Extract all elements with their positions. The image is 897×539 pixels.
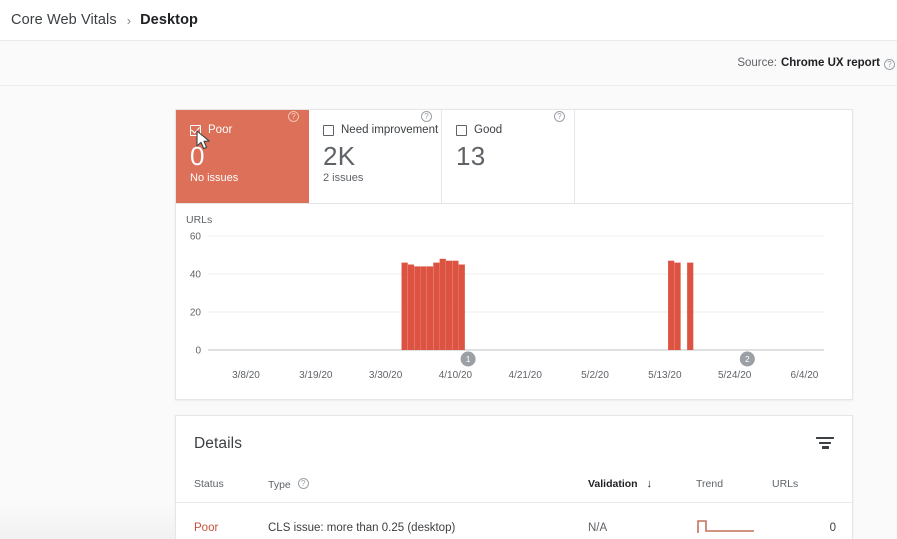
details-panel: Details Status Type Validation ↓ Trend U… [175,415,854,539]
status-card-good-header: Good [456,124,564,136]
column-header-status[interactable]: Status [176,472,268,503]
svg-text:1: 1 [466,354,471,364]
svg-text:60: 60 [190,232,202,243]
status-card-poor[interactable]: Poor 0 No issues [176,110,309,203]
status-card-poor-sub: No issues [190,172,239,184]
column-header-type[interactable]: Type [268,472,588,503]
status-card-need-improvement-label: Need improvement [341,124,439,136]
svg-text:3/19/20: 3/19/20 [299,370,333,381]
chevron-right-icon: › [126,12,132,28]
checkbox-need-improvement[interactable] [323,124,334,136]
filter-icon[interactable] [816,437,834,451]
sort-descending-icon: ↓ [646,478,653,490]
column-header-validation[interactable]: Validation ↓ [588,472,696,503]
svg-text:3/30/20: 3/30/20 [369,370,403,381]
breadcrumb-root-link[interactable]: Core Web Vitals [11,12,117,28]
svg-text:4/21/20: 4/21/20 [509,370,543,381]
status-card-poor-value: 0 [190,141,205,171]
status-card-good[interactable]: Good 13 [442,110,575,203]
svg-text:0: 0 [195,346,201,357]
cell-type: CLS issue: more than 0.25 (desktop) [268,521,456,534]
help-circle-icon[interactable] [554,111,565,122]
validation-value: N/A [588,521,608,534]
help-circle-icon[interactable] [884,58,895,70]
details-table-body: Poor CLS issue: more than 0.25 (desktop)… [176,503,854,539]
svg-text:URLs: URLs [186,214,212,226]
source-bar: Source: Chrome UX report [0,41,897,86]
background-shadow [0,505,175,539]
status-badge[interactable]: Poor [194,522,218,534]
column-header-trend[interactable]: Trend [696,472,772,503]
details-table: Status Type Validation ↓ Trend URLs [176,472,854,538]
status-card-need-improvement[interactable]: Need improvement 2K 2 issues [309,110,442,203]
svg-text:40: 40 [190,270,202,281]
core-web-vitals-page: Core Web Vitals › Desktop Source: Chrome… [0,0,897,539]
status-card-good-label: Good [474,124,503,136]
trend-sparkline-icon [697,520,754,533]
status-cards-panel: Poor 0 No issues Need improvement 2K 2 i… [175,109,853,204]
cell-trend [696,503,772,539]
cell-urls: 0 [829,521,836,534]
column-header-validation-label: Validation [588,478,638,490]
column-header-type-label: Type [268,479,291,491]
checkbox-good[interactable] [456,124,467,136]
details-title: Details [194,435,243,452]
status-card-poor-header: Poor [190,124,298,136]
status-card-need-improvement-value: 2K [323,141,356,171]
status-cards-row: Poor 0 No issues Need improvement 2K 2 i… [176,110,852,203]
svg-text:6/4/20: 6/4/20 [791,370,819,381]
details-header-row: Status Type Validation ↓ Trend URLs [176,472,854,503]
urls-over-time-chart[interactable]: URLs 0 20 40 60 3/8/20 3/19/20 3/30/20 4/10/20 4/… [176,204,852,398]
svg-text:3/8/20: 3/8/20 [232,370,260,381]
status-card-good-value: 13 [456,141,486,171]
svg-text:4/10/20: 4/10/20 [439,370,473,381]
details-table-head: Status Type Validation ↓ Trend URLs [176,472,854,503]
urls-over-time-chart-panel: URLs 0 20 40 60 3/8/20 3/19/20 3/30/20 4/10/20 4/… [175,204,853,400]
cell-validation: N/A [588,503,696,539]
table-row[interactable]: Poor CLS issue: more than 0.25 (desktop)… [176,503,854,539]
svg-text:5/24/20: 5/24/20 [718,370,752,381]
cell-status: Poor [176,503,268,539]
help-circle-icon[interactable] [297,478,309,489]
breadcrumb: Core Web Vitals › Desktop [0,12,198,28]
status-cards-filler [575,110,852,203]
status-card-need-improvement-sub: 2 issues [323,172,364,184]
svg-text:20: 20 [190,308,202,319]
source-label: Source: [737,57,777,69]
top-bar: Core Web Vitals › Desktop [0,0,897,41]
status-card-need-improvement-header: Need improvement [323,124,438,136]
source-value: Chrome UX report [780,57,880,69]
status-card-poor-label: Poor [208,124,233,136]
svg-text:2: 2 [745,354,750,364]
help-circle-icon[interactable] [288,111,299,122]
breadcrumb-current: Desktop [140,12,198,28]
column-header-urls[interactable]: URLs [772,472,854,503]
svg-text:5/2/20: 5/2/20 [581,370,609,381]
svg-text:5/13/20: 5/13/20 [648,370,682,381]
help-circle-icon[interactable] [421,111,432,122]
checkbox-poor[interactable] [190,124,201,136]
details-header: Details [176,416,852,472]
